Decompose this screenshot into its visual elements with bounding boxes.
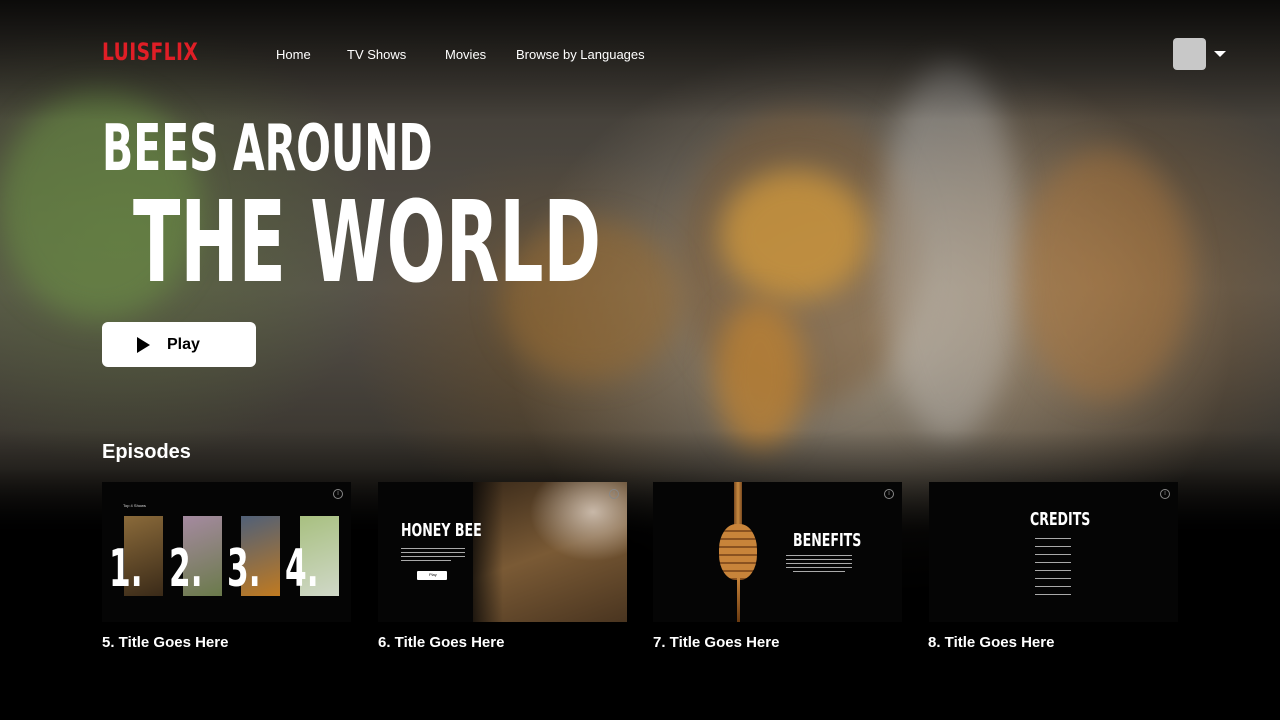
thumb-text-line bbox=[401, 552, 465, 553]
brand-logo[interactable]: LUISFLIX bbox=[102, 38, 198, 66]
thumb-number: 3. bbox=[227, 539, 261, 599]
play-button-label: Play bbox=[167, 336, 200, 353]
thumb-play-label: Play bbox=[429, 572, 437, 577]
episode-card-8[interactable]: i CREDITS bbox=[929, 482, 1178, 622]
honey-drip bbox=[737, 578, 740, 622]
bg-bee-shape bbox=[1020, 150, 1190, 400]
thumb-text-line bbox=[786, 563, 852, 564]
play-icon bbox=[137, 337, 150, 353]
hero-title-line1: BEES AROUND bbox=[102, 112, 433, 186]
episode-title-8[interactable]: 8. Title Goes Here bbox=[928, 634, 1054, 651]
bee-thorax-shape bbox=[720, 170, 870, 300]
thumb-text-line bbox=[786, 555, 852, 556]
nav-tv-shows[interactable]: TV Shows bbox=[347, 47, 406, 62]
credits-line bbox=[1035, 586, 1071, 587]
thumb-text-line bbox=[401, 560, 451, 561]
hero-title-line2: THE WORLD bbox=[133, 178, 602, 308]
thumb-caption: Top 4 Shows bbox=[123, 503, 146, 508]
credits-line bbox=[1035, 546, 1071, 547]
nav-movies[interactable]: Movies bbox=[445, 47, 486, 62]
thumb-play-button: Play bbox=[417, 571, 447, 580]
episode-title-5[interactable]: 5. Title Goes Here bbox=[102, 634, 228, 651]
episode-card-5[interactable]: i Top 4 Shows 1. 2. 3. 4. bbox=[102, 482, 351, 622]
honey-dipper-icon bbox=[719, 524, 757, 580]
credits-line bbox=[1035, 554, 1071, 555]
thumb-number: 4. bbox=[285, 539, 319, 599]
thumb-fade bbox=[463, 482, 503, 622]
profile-avatar[interactable] bbox=[1173, 38, 1206, 70]
credits-line bbox=[1035, 570, 1071, 571]
thumb-text-line bbox=[786, 559, 852, 560]
thumb-number: 2. bbox=[169, 539, 203, 599]
honey-dipper-handle bbox=[734, 482, 742, 526]
thumb-title: CREDITS bbox=[1030, 509, 1091, 530]
credits-line bbox=[1035, 538, 1071, 539]
episode-card-7[interactable]: i BENEFITS bbox=[653, 482, 902, 622]
info-icon[interactable]: i bbox=[1160, 489, 1170, 499]
caret-down-icon[interactable] bbox=[1214, 51, 1226, 57]
nav-home[interactable]: Home bbox=[276, 47, 311, 62]
thumb-text-line bbox=[401, 556, 465, 557]
info-icon[interactable]: i bbox=[333, 489, 343, 499]
credits-line bbox=[1035, 578, 1071, 579]
credits-line bbox=[1035, 594, 1071, 595]
nav-browse-by-languages[interactable]: Browse by Languages bbox=[516, 47, 645, 62]
thumb-text-line bbox=[786, 567, 852, 568]
thumb-text-line bbox=[793, 571, 845, 572]
play-button[interactable]: Play bbox=[102, 322, 256, 367]
thumb-title: HONEY BEE bbox=[401, 520, 482, 541]
thumb-title: BENEFITS bbox=[793, 530, 862, 551]
episode-card-6[interactable]: i HONEY BEE Play bbox=[378, 482, 627, 622]
info-icon[interactable]: i bbox=[609, 489, 619, 499]
episode-title-6[interactable]: 6. Title Goes Here bbox=[378, 634, 504, 651]
thumb-text-line bbox=[401, 548, 465, 549]
episodes-heading: Episodes bbox=[102, 441, 191, 463]
thumb-number: 1. bbox=[109, 539, 143, 599]
credits-line bbox=[1035, 562, 1071, 563]
info-icon[interactable]: i bbox=[884, 489, 894, 499]
episode-title-7[interactable]: 7. Title Goes Here bbox=[653, 634, 779, 651]
bee-abdomen-shape bbox=[715, 300, 805, 450]
